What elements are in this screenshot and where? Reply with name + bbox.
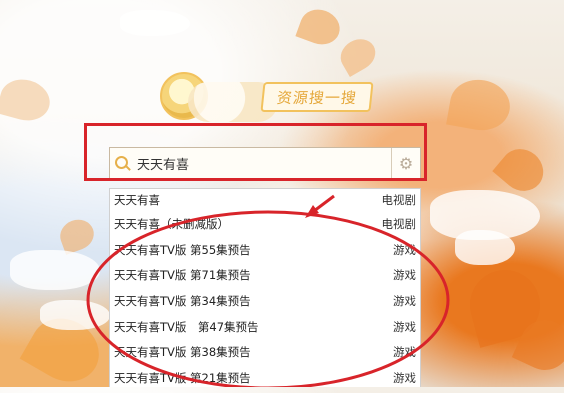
suggestion-category: 游戏 <box>393 370 416 385</box>
suggestion-title: 天天有喜TV版 第34集预告 <box>114 293 251 308</box>
suggestion-category: 游戏 <box>393 242 416 257</box>
suggestion-category: 游戏 <box>393 345 416 360</box>
suggestion-title: 天天有喜TV版 第21集预告 <box>114 370 251 385</box>
suggestion-item[interactable]: 天天有喜（未删减版） 电视剧 <box>110 211 420 237</box>
suggestion-category: 电视剧 <box>381 216 417 231</box>
suggestion-dropdown: 天天有喜 电视剧 天天有喜（未删减版） 电视剧 天天有喜TV版 第55集预告 游戏 天天有喜… <box>109 188 421 387</box>
suggestion-item[interactable]: 天天有喜TV版 第47集预告 游戏 <box>110 314 420 340</box>
suggestion-category: 游戏 <box>393 293 416 308</box>
suggestion-item[interactable]: 天天有喜TV版 第38集预告 游戏 <box>110 339 420 365</box>
suggestion-item[interactable]: 天天有喜TV版 第55集预告 游戏 <box>110 237 420 263</box>
suggestion-title: 天天有喜TV版 第47集预告 <box>114 319 259 334</box>
logo-text: 资源搜一搜 <box>260 82 374 112</box>
suggestion-title: 天天有喜TV版 第38集预告 <box>114 345 251 360</box>
suggestion-item[interactable]: 天天有喜TV版 第21集预告 游戏 <box>110 365 420 387</box>
app-logo: 资源搜一搜 <box>160 60 375 132</box>
suggestion-category: 游戏 <box>393 268 416 283</box>
suggestion-title: 天天有喜（未删减版） <box>114 216 229 231</box>
annotation-highlight-box <box>84 123 427 181</box>
suggestion-title: 天天有喜 <box>114 193 160 207</box>
suggestion-title: 天天有喜TV版 第55集预告 <box>114 242 251 257</box>
suggestion-item[interactable]: 天天有喜 电视剧 <box>110 189 420 211</box>
suggestion-item[interactable]: 天天有喜TV版 第71集预告 游戏 <box>110 262 420 288</box>
suggestion-item[interactable]: 天天有喜TV版 第34集预告 游戏 <box>110 288 420 314</box>
suggestion-title: 天天有喜TV版 第71集预告 <box>114 268 251 283</box>
suggestion-category: 游戏 <box>393 319 416 334</box>
suggestion-category: 电视剧 <box>381 193 417 207</box>
